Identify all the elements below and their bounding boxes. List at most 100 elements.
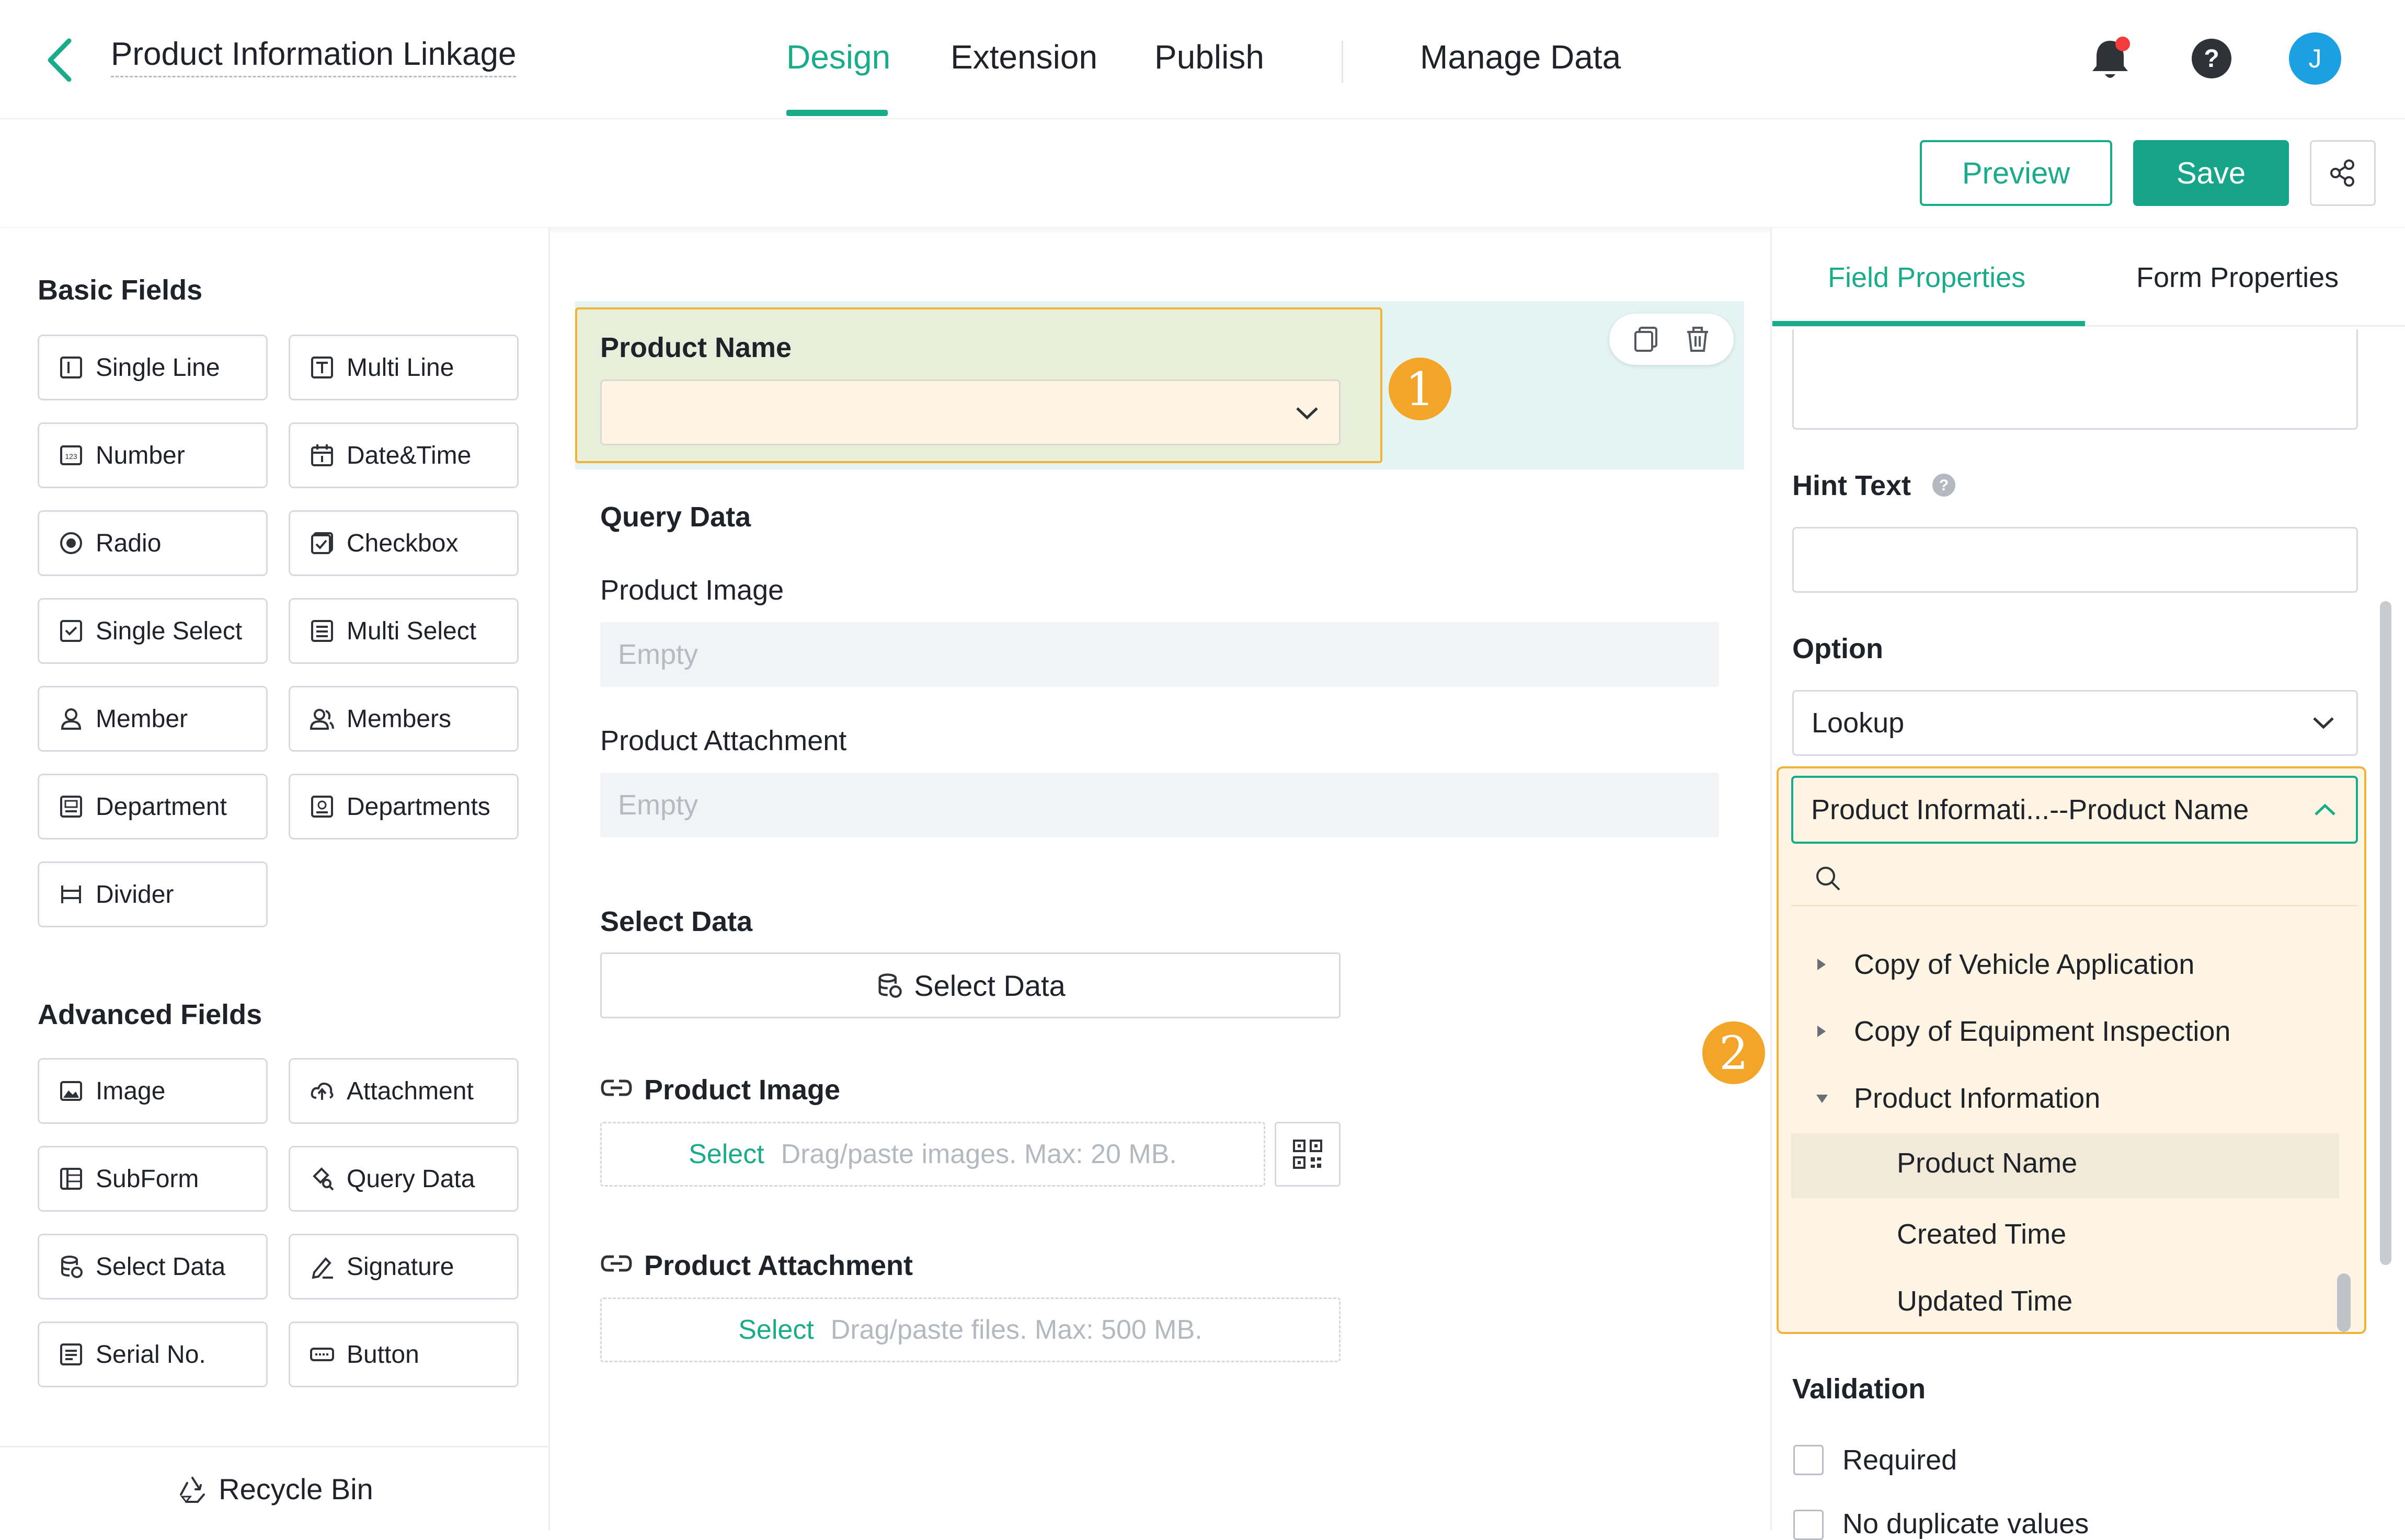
select-data-heading: Select Data — [600, 906, 753, 937]
field-serial-no[interactable]: Serial No. — [38, 1321, 268, 1387]
image-field-label: Product Image — [644, 1074, 841, 1106]
image-upload-area[interactable]: Select Drag/paste images. Max: 20 MB. — [600, 1122, 1265, 1187]
panel-scrollbar[interactable] — [2380, 601, 2391, 1265]
lookup-search[interactable] — [1791, 850, 2358, 906]
chevron-down-icon — [1296, 407, 1318, 420]
dropdown-scrollbar[interactable] — [2337, 1273, 2351, 1332]
svg-text:?: ? — [1939, 477, 1949, 494]
field-divider[interactable]: Divider — [38, 861, 268, 927]
option-select[interactable]: Lookup — [1792, 690, 2358, 756]
tree-item-updated-time[interactable]: Updated Time — [1897, 1285, 2072, 1317]
multi-select-icon — [311, 620, 333, 642]
members-icon — [310, 709, 334, 730]
button-icon — [310, 1348, 334, 1361]
help-icon[interactable]: ? — [2191, 38, 2232, 79]
tab-field-properties[interactable]: Field Properties — [1828, 261, 2025, 294]
recycle-bin-button[interactable]: Recycle Bin — [0, 1446, 550, 1531]
field-select-data[interactable]: Select Data — [38, 1234, 268, 1300]
field-attachment[interactable]: Attachment — [289, 1058, 519, 1124]
required-label: Required — [1842, 1444, 1957, 1476]
caret-down-icon — [1816, 1095, 1828, 1103]
serial-number-icon — [60, 1343, 82, 1365]
checkbox-icon — [311, 532, 333, 554]
query-field-label: Product Attachment — [600, 725, 847, 756]
field-subform[interactable]: SubForm — [38, 1146, 268, 1212]
svg-text:123: 123 — [65, 452, 77, 461]
radio-icon — [60, 532, 82, 554]
image-select-link[interactable]: Select — [689, 1139, 764, 1170]
number-icon: 123 — [60, 445, 82, 465]
tab-publish[interactable]: Publish — [1154, 38, 1264, 76]
select-data-button[interactable]: Select Data — [600, 952, 1341, 1018]
info-icon[interactable]: ? — [1931, 473, 1956, 498]
image-upload-hint: Drag/paste images. Max: 20 MB. — [781, 1139, 1177, 1169]
field-image[interactable]: Image — [38, 1058, 268, 1124]
save-button[interactable]: Save — [2133, 140, 2289, 206]
link-icon — [600, 1076, 633, 1100]
query-field-value: Empty — [600, 622, 1719, 687]
tab-design[interactable]: Design — [786, 38, 890, 76]
query-data-heading: Query Data — [600, 501, 751, 533]
tree-item-copy-equipment[interactable]: Copy of Equipment Inspection — [1814, 1015, 2230, 1048]
no-duplicate-checkbox[interactable] — [1793, 1510, 1824, 1540]
tab-form-properties[interactable]: Form Properties — [2136, 261, 2339, 294]
avatar[interactable]: J — [2289, 32, 2341, 85]
tab-manage-data[interactable]: Manage Data — [1420, 38, 1621, 76]
caret-right-icon — [1817, 1026, 1826, 1037]
field-multi-select[interactable]: Multi Select — [289, 598, 519, 664]
required-checkbox[interactable] — [1793, 1445, 1824, 1475]
single-select-icon — [60, 620, 82, 642]
trash-icon[interactable] — [1683, 325, 1712, 354]
tab-extension[interactable]: Extension — [950, 38, 1097, 76]
attachment-field-label: Product Attachment — [644, 1250, 913, 1281]
description-textarea[interactable] — [1792, 329, 2358, 430]
chevron-down-icon — [2313, 717, 2334, 729]
app-title[interactable]: Product Information Linkage — [111, 36, 517, 77]
cloud-upload-icon — [311, 1083, 334, 1100]
field-signature[interactable]: Signature — [289, 1234, 519, 1300]
field-checkbox[interactable]: Checkbox — [289, 510, 519, 576]
preview-button[interactable]: Preview — [1920, 140, 2112, 206]
field-multi-line[interactable]: Multi Line — [289, 335, 519, 400]
hint-text-input[interactable] — [1792, 527, 2358, 593]
tree-item-product-name[interactable]: Product Name — [1897, 1147, 2077, 1179]
field-departments[interactable]: Departments — [289, 774, 519, 840]
copy-icon[interactable] — [1631, 325, 1660, 354]
field-single-select[interactable]: Single Select — [38, 598, 268, 664]
share-button[interactable] — [2310, 140, 2376, 206]
back-chevron-icon[interactable] — [44, 37, 77, 84]
field-members[interactable]: Members — [289, 686, 519, 752]
tree-item-created-time[interactable]: Created Time — [1897, 1218, 2066, 1250]
attachment-upload-area[interactable]: Select Drag/paste files. Max: 500 MB. — [600, 1297, 1341, 1362]
field-query-data[interactable]: Query Data — [289, 1146, 519, 1212]
field-number[interactable]: 123 Number — [38, 422, 268, 488]
caret-right-icon — [1817, 959, 1826, 970]
field-member[interactable]: Member — [38, 686, 268, 752]
lookup-select[interactable]: Product Informati...--Product Name — [1791, 776, 2358, 844]
signature-pen-icon — [312, 1257, 333, 1279]
avatar-initial: J — [2308, 44, 2322, 73]
field-radio[interactable]: Radio — [38, 510, 268, 576]
hint-text-label: Hint Text — [1792, 470, 1911, 501]
attachment-upload-hint: Drag/paste files. Max: 500 MB. — [830, 1315, 1202, 1345]
attachment-select-link[interactable]: Select — [738, 1314, 814, 1346]
field-department[interactable]: Department — [38, 774, 268, 840]
field-date-time[interactable]: Date&Time — [289, 422, 519, 488]
multi-line-icon — [311, 357, 333, 378]
tree-item-copy-vehicle[interactable]: Copy of Vehicle Application — [1814, 948, 2194, 981]
field-single-line[interactable]: Single Line — [38, 335, 268, 400]
field-actions — [1609, 314, 1734, 365]
qr-code-button[interactable] — [1275, 1122, 1341, 1187]
basic-fields-heading: Basic Fields — [38, 274, 203, 306]
notification-bell-icon[interactable] — [2089, 36, 2133, 84]
tree-item-product-information[interactable]: Product Information — [1814, 1082, 2100, 1114]
field-button[interactable]: Button — [289, 1321, 519, 1387]
department-icon — [60, 796, 82, 818]
single-line-icon — [60, 357, 82, 378]
callout-badge-2: 2 — [1702, 1021, 1765, 1084]
option-label: Option — [1792, 633, 1883, 664]
query-field-label: Product Image — [600, 574, 784, 606]
qr-code-icon — [1293, 1140, 1322, 1169]
validation-label: Validation — [1792, 1373, 1926, 1405]
product-name-dropdown[interactable] — [600, 380, 1341, 445]
